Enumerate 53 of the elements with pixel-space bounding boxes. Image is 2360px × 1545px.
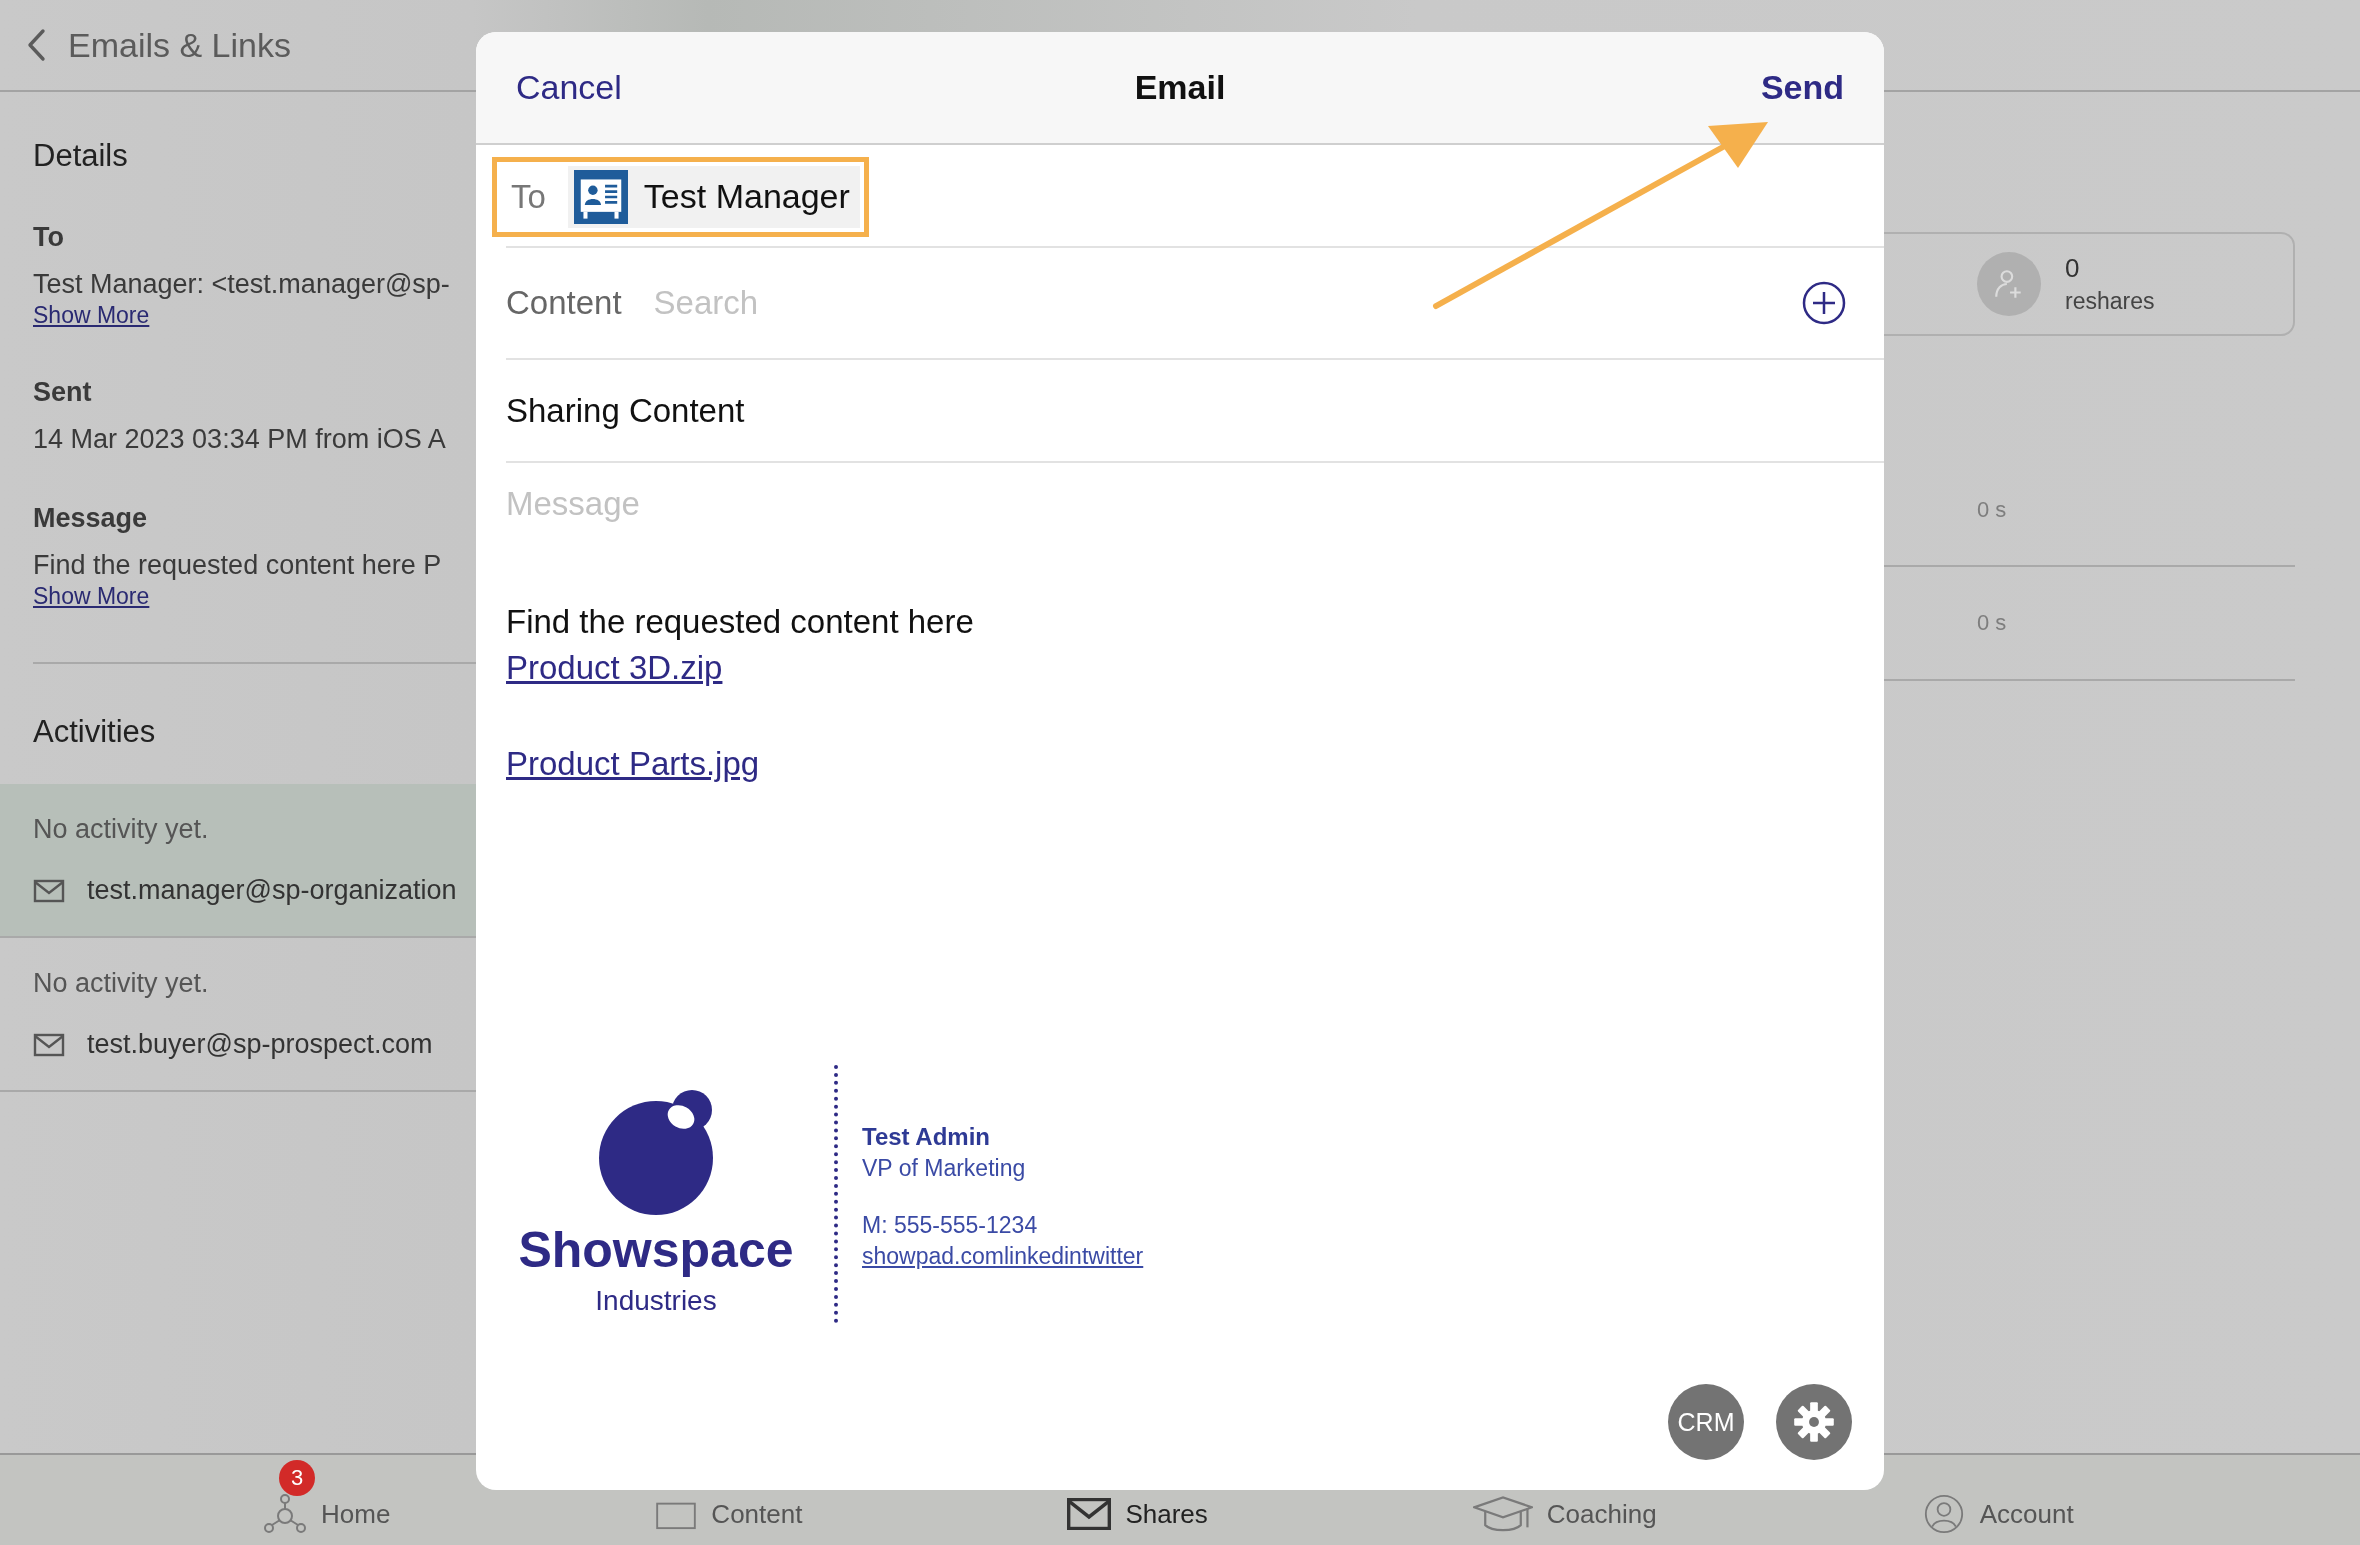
chevron-left-icon (26, 28, 46, 62)
recipient-email: test.buyer@sp-prospect.com (87, 1029, 433, 1060)
graduation-cap-icon (1472, 1496, 1533, 1532)
show-more-link[interactable]: Show More (33, 583, 150, 610)
recipient-email: test.manager@sp-organization (87, 875, 457, 906)
duration-value: 0 s (1977, 496, 2007, 523)
section-heading: Activities (33, 714, 157, 751)
attachment-link[interactable]: Product Parts.jpg (506, 745, 760, 783)
tab-bar-item[interactable]: Coaching (1472, 1496, 1657, 1532)
signature-phone: M: 555-555-1234 (862, 1212, 1039, 1239)
show-more-link[interactable]: Show More (33, 302, 150, 329)
cancel-button[interactable]: Cancel (516, 68, 622, 107)
reshares-label: reshares (2065, 288, 2155, 315)
reshares-count: 0 (2065, 253, 2081, 284)
company-division: Industries (595, 1285, 717, 1317)
send-button[interactable]: Send (1760, 68, 1844, 107)
signature-links[interactable]: showpad.comlinkedintwitter (862, 1243, 1144, 1270)
signature-title: VP of Marketing (862, 1155, 1027, 1182)
tab-bar-item[interactable]: Content (655, 1498, 803, 1530)
company-name: Showspace (518, 1221, 794, 1279)
back-label[interactable]: Emails & Links (68, 25, 291, 65)
recipient-chip[interactable]: Test Manager (567, 165, 860, 228)
field-label: Message (33, 503, 149, 534)
contact-card-icon (573, 169, 628, 224)
duration-value: 0 s (1977, 610, 2007, 636)
field-value: 14 Mar 2023 03:34 PM from iOS A (33, 424, 447, 455)
network-icon (263, 1494, 307, 1534)
notification-badge: 3 (279, 1460, 315, 1496)
sheet-title: Email (1134, 68, 1226, 107)
activity-status: No activity yet. (33, 968, 210, 999)
subject-field[interactable]: Sharing Content (506, 391, 745, 430)
back-button[interactable]: Emails & Links (26, 25, 291, 65)
field-label: To (33, 222, 65, 253)
content-label: Content (506, 284, 622, 322)
activity-status: No activity yet. (33, 814, 210, 845)
field-value: Find the requested content here P (33, 550, 443, 581)
tab-bar-item[interactable]: Account (1921, 1494, 2074, 1534)
search-field[interactable]: Search (653, 284, 1802, 322)
add-icon[interactable] (1802, 281, 1846, 325)
to-label: To (511, 177, 546, 216)
signature-name: Test Admin (862, 1123, 991, 1151)
field-label: Sent (33, 377, 93, 408)
section-heading: Details (33, 138, 129, 174)
message-label: Message (506, 485, 640, 523)
crm-button[interactable]: CRM (1668, 1384, 1744, 1460)
mail-icon (1067, 1498, 1112, 1530)
activity-row[interactable]: No activity yet. test.manager@sp-organization (0, 784, 476, 938)
field-value: Test Manager: <test.manager@sp- (33, 269, 451, 300)
message-text: Find the requested content here (506, 603, 974, 641)
attachment-link[interactable]: Product 3D.zip (506, 649, 723, 687)
tab-bar-item[interactable]: Shares (1067, 1498, 1208, 1530)
settings-icon (1792, 1400, 1836, 1444)
tab-bar-item[interactable]: Home (263, 1494, 391, 1534)
